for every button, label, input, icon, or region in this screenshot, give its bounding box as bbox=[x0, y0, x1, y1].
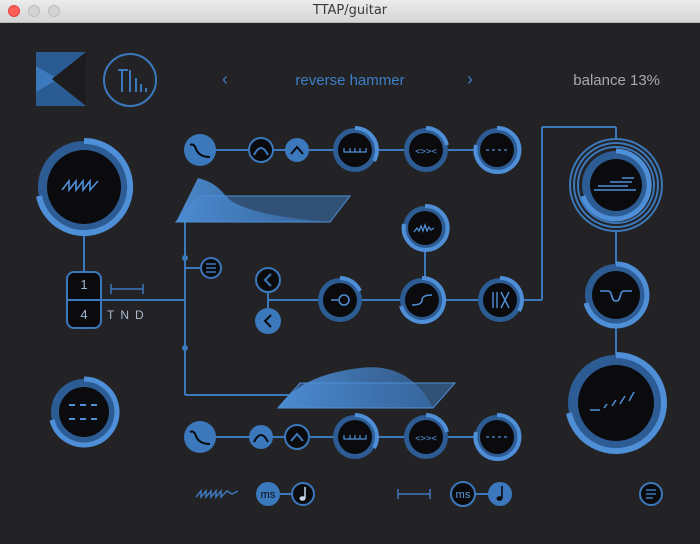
title-bar: TTAP/guitar bbox=[0, 0, 700, 23]
knob-mid-1-hit[interactable] bbox=[318, 278, 362, 322]
ms-left-toggle[interactable] bbox=[256, 482, 280, 506]
preset-name[interactable]: reverse hammer bbox=[260, 72, 440, 89]
stereo-width-knob-hit[interactable] bbox=[570, 139, 662, 231]
filter-shape-top-hit[interactable] bbox=[249, 138, 273, 162]
timing-mode-d[interactable]: D bbox=[135, 308, 144, 322]
note-right-toggle[interactable] bbox=[488, 482, 512, 506]
filter-lowpass-bottom-hit[interactable] bbox=[184, 421, 216, 453]
lower-envelope-shape bbox=[276, 367, 457, 409]
balance-readout[interactable]: balance 13% bbox=[573, 72, 660, 89]
footer-time-icon bbox=[397, 489, 431, 499]
timing-mode-n[interactable]: N bbox=[120, 308, 129, 322]
kilohearts-logo bbox=[36, 52, 86, 106]
timing-mode-selector: TND bbox=[107, 308, 150, 322]
knob-mid-3-hit[interactable] bbox=[400, 278, 444, 322]
knob-mid-2-hit[interactable] bbox=[403, 206, 447, 250]
routing-menu-hit[interactable] bbox=[201, 258, 221, 278]
ratio-numerator[interactable]: 1 bbox=[69, 277, 99, 292]
peak-bottom-hit[interactable] bbox=[285, 425, 309, 449]
filter-lowpass-top-hit[interactable] bbox=[184, 134, 216, 166]
upper-envelope-shape bbox=[174, 178, 352, 223]
time-icon bbox=[110, 284, 144, 294]
settings-menu-button[interactable] bbox=[640, 483, 662, 505]
rate-knob-hit[interactable] bbox=[38, 141, 130, 233]
knob-bottom-1-hit[interactable] bbox=[333, 415, 377, 459]
knob-top-1-hit[interactable] bbox=[333, 128, 377, 172]
knob-bottom-3-hit[interactable] bbox=[475, 415, 519, 459]
shape-knob-right-hit[interactable] bbox=[585, 264, 647, 326]
mix-knob-hit[interactable] bbox=[51, 379, 117, 445]
reverse-top-hit[interactable] bbox=[256, 268, 280, 292]
knob-top-2-hit[interactable] bbox=[404, 128, 448, 172]
knob-bottom-2-hit[interactable] bbox=[404, 415, 448, 459]
ms-right-toggle[interactable] bbox=[451, 482, 475, 506]
filter-shape-bottom-hit[interactable] bbox=[249, 425, 273, 449]
peak-top-hit[interactable] bbox=[285, 138, 309, 162]
note-left-toggle[interactable] bbox=[292, 483, 314, 505]
plugin-window: TTAP/guitar <>>< <>>< ms ms ‹ reverse ha… bbox=[0, 0, 700, 544]
ratio-denominator[interactable]: 4 bbox=[69, 307, 99, 322]
prev-preset-button[interactable]: ‹ bbox=[222, 69, 228, 90]
window-title: TTAP/guitar bbox=[312, 3, 388, 18]
ttap-logo bbox=[103, 53, 157, 107]
output-knob-hit[interactable] bbox=[568, 355, 664, 451]
timing-mode-t[interactable]: T bbox=[107, 308, 114, 322]
knob-mid-4-hit[interactable] bbox=[478, 278, 522, 322]
footer-waveform-icon bbox=[195, 488, 239, 500]
plugin-panel: <>>< <>>< ms ms ‹ reverse hammer › balan… bbox=[0, 23, 700, 544]
knob-top-3-hit[interactable] bbox=[475, 128, 519, 172]
next-preset-button[interactable]: › bbox=[467, 69, 473, 90]
reverse-bottom-hit[interactable] bbox=[255, 308, 281, 334]
